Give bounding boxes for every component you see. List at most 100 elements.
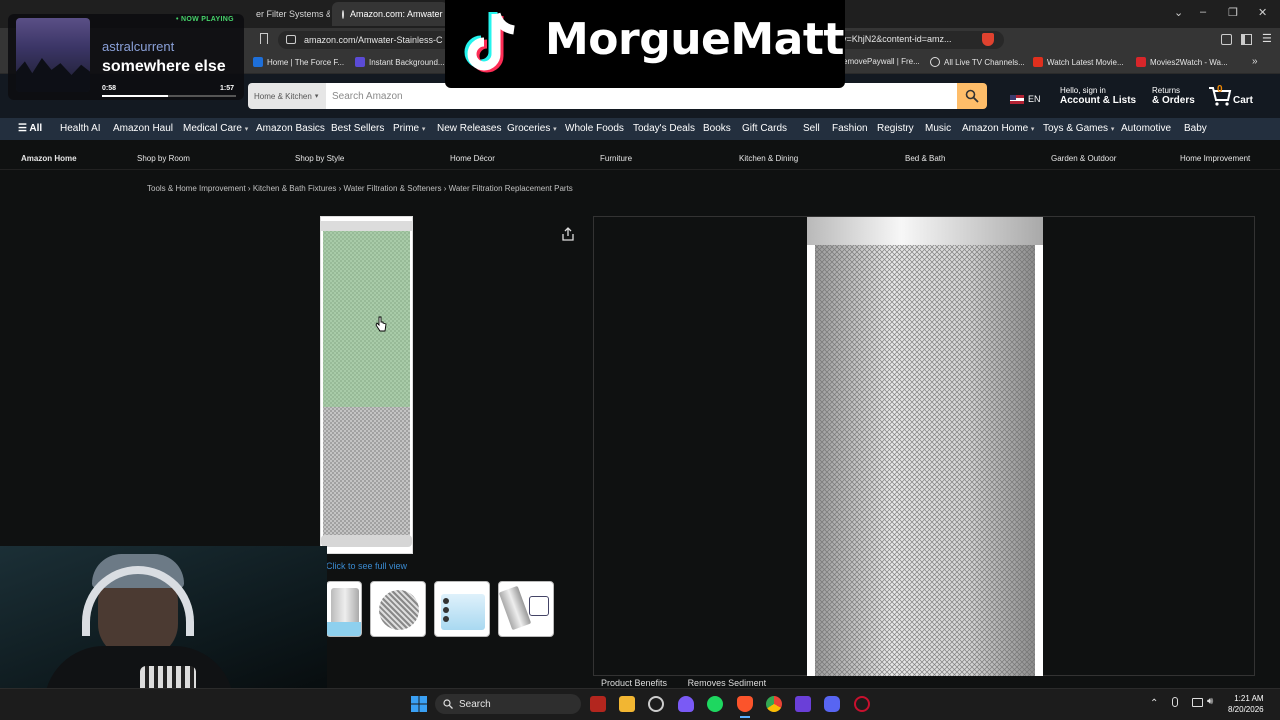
track-progress-fill	[102, 95, 168, 97]
thumbnail-image	[379, 590, 419, 630]
nav-groceries[interactable]: Groceries ▾	[507, 123, 557, 134]
alt-thumbnail-3[interactable]	[434, 581, 490, 637]
bookmark-movies2watch[interactable]: Movies2Watch - Wa...	[1136, 57, 1228, 67]
nav-amazon-basics[interactable]: Amazon Basics	[256, 123, 325, 134]
taskbar-search[interactable]: Search	[435, 694, 581, 714]
subnav-amazon-home[interactable]: Amazon Home	[21, 154, 77, 163]
search-category-select[interactable]: Home & Kitchen ▾	[248, 83, 326, 109]
bookmark-favicon	[253, 57, 263, 67]
returns-orders-link[interactable]: Returns & Orders	[1152, 86, 1195, 106]
network-icon[interactable]	[1192, 698, 1203, 707]
nav-music[interactable]: Music	[925, 123, 951, 134]
nav-todays-deals[interactable]: Today's Deals	[633, 123, 695, 134]
bookmark-label: All Live TV Channels...	[944, 57, 1025, 67]
bookmark-live-tv[interactable]: All Live TV Channels...	[930, 57, 1025, 67]
bookmark-label: Movies2Watch - Wa...	[1150, 57, 1228, 67]
nav-automotive[interactable]: Automotive	[1121, 123, 1171, 134]
orders-label: & Orders	[1152, 95, 1195, 106]
nav-new-releases[interactable]: New Releases	[437, 123, 501, 134]
nav-amazon-haul[interactable]: Amazon Haul	[113, 123, 173, 134]
breadcrumb-item[interactable]: Tools & Home Improvement	[147, 184, 246, 193]
browser-tab-amazon[interactable]: Amazon.com: Amwater St	[332, 2, 448, 26]
windows-start-icon[interactable]	[411, 696, 427, 712]
alt-thumbnail-4[interactable]	[498, 581, 554, 637]
browser-tab-filter-systems[interactable]: er Filter Systems & Pa	[246, 2, 330, 26]
app-icon[interactable]	[678, 696, 694, 712]
minimize-icon[interactable]: –	[1200, 6, 1206, 18]
nav-fashion[interactable]: Fashion	[832, 123, 868, 134]
chevron-down-icon[interactable]: ⌄	[1174, 6, 1183, 19]
product-zoom-image	[807, 217, 1043, 676]
share-icon[interactable]	[561, 227, 575, 241]
subnav-home-improvement[interactable]: Home Improvement	[1180, 154, 1250, 163]
grid-app-icon[interactable]	[795, 696, 811, 712]
account-lists-menu[interactable]: Hello, sign in Account & Lists	[1060, 86, 1136, 106]
subnav-home-decor[interactable]: Home Décor	[450, 154, 495, 163]
track-elapsed: 0:58	[102, 85, 117, 92]
product-main-image[interactable]	[320, 216, 413, 554]
nav-whole-foods[interactable]: Whole Foods	[565, 123, 624, 134]
bookmark-icon[interactable]	[260, 33, 268, 44]
nav-toys-games[interactable]: Toys & Games ▾	[1043, 123, 1114, 134]
nav-baby[interactable]: Baby	[1184, 123, 1207, 134]
system-clock[interactable]: 1:21 AM 8/20/2026	[1228, 693, 1264, 715]
language-selector[interactable]: EN	[1010, 94, 1041, 104]
bookmark-remove-paywall[interactable]: emovePaywall | Fre...	[843, 57, 920, 66]
bookmark-favicon	[1033, 57, 1043, 67]
spotify-icon[interactable]	[707, 696, 723, 712]
nav-prime[interactable]: Prime ▾	[393, 123, 425, 134]
alt-thumbnail-1[interactable]	[326, 581, 362, 637]
discord-icon[interactable]	[824, 696, 840, 712]
nav-amazon-home[interactable]: Amazon Home ▾	[962, 123, 1034, 134]
file-explorer-icon[interactable]	[619, 696, 635, 712]
track-duration: 1:57	[220, 85, 235, 92]
obs-icon[interactable]	[648, 696, 664, 712]
extensions-icon[interactable]	[1221, 34, 1232, 45]
more-bookmarks-icon[interactable]: »	[1252, 56, 1258, 67]
subnav-kitchen-dining[interactable]: Kitchen & Dining	[739, 154, 798, 163]
nav-books[interactable]: Books	[703, 123, 731, 134]
sidebar-icon[interactable]	[1241, 34, 1252, 45]
bookmark-instant-background[interactable]: Instant Background...	[355, 57, 445, 67]
bookmark-favicon	[355, 57, 365, 67]
nav-best-sellers[interactable]: Best Sellers	[331, 123, 384, 134]
volume-icon[interactable]: 🔊︎	[1207, 696, 1213, 707]
nav-all[interactable]: ☰ All	[18, 123, 42, 134]
brave-icon[interactable]	[737, 696, 753, 712]
subnav-shop-by-room[interactable]: Shop by Room	[137, 154, 190, 163]
bookmark-force[interactable]: Home | The Force F...	[253, 57, 344, 67]
search-button[interactable]	[957, 83, 987, 109]
breadcrumb-item[interactable]: Water Filtration Replacement Parts	[449, 184, 573, 193]
chevron-up-icon[interactable]: ⌃	[1150, 698, 1158, 709]
app-red-icon[interactable]	[854, 696, 870, 712]
alt-thumbnail-2[interactable]	[370, 581, 426, 637]
breadcrumb-item[interactable]: Water Filtration & Softeners	[344, 184, 442, 193]
microphone-icon[interactable]	[1172, 697, 1178, 707]
close-icon[interactable]: ✕	[1258, 6, 1267, 19]
nav-health-ai[interactable]: Health AI	[60, 123, 101, 134]
click-to-see-full-view[interactable]: Click to see full view	[326, 561, 407, 571]
chevron-down-icon: ▾	[421, 126, 426, 133]
nav-sell[interactable]: Sell	[803, 123, 820, 134]
nav-medical-care[interactable]: Medical Care ▾	[183, 123, 248, 134]
chrome-icon[interactable]	[766, 696, 782, 712]
thumbnail-chart	[529, 596, 549, 616]
nav-registry[interactable]: Registry	[877, 123, 914, 134]
nav-gift-cards[interactable]: Gift Cards	[742, 123, 787, 134]
subnav-furniture[interactable]: Furniture	[600, 154, 632, 163]
thumbnail-water	[327, 622, 361, 636]
tab-removes-sediment[interactable]: Removes Sediment	[688, 678, 767, 688]
site-settings-icon[interactable]	[286, 35, 296, 44]
subnav-garden-outdoor[interactable]: Garden & Outdoor	[1051, 154, 1116, 163]
cart-label[interactable]: Cart	[1233, 95, 1253, 106]
chevron-down-icon: ▾	[314, 93, 319, 100]
breadcrumb-item[interactable]: Kitchen & Bath Fixtures	[253, 184, 337, 193]
tiktok-logo-icon	[464, 12, 515, 73]
brave-shield-icon[interactable]	[982, 33, 994, 46]
menu-icon[interactable]: ☰	[1262, 32, 1272, 45]
voice-meeter-icon[interactable]	[590, 696, 606, 712]
maximize-icon[interactable]: ❐	[1228, 6, 1238, 19]
subnav-shop-by-style[interactable]: Shop by Style	[295, 154, 344, 163]
subnav-bed-bath[interactable]: Bed & Bath	[905, 154, 945, 163]
bookmark-watch-movies[interactable]: Watch Latest Movie...	[1033, 57, 1124, 67]
